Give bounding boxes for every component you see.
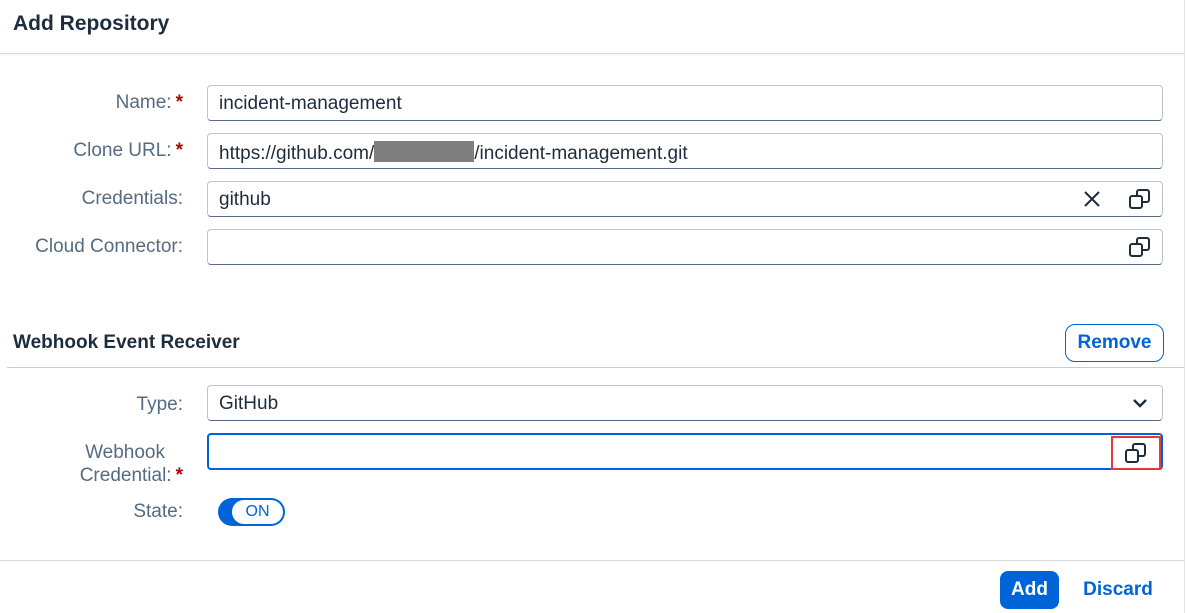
chevron-down-icon[interactable] <box>1126 389 1154 417</box>
add-repository-dialog: Add Repository Name: * incident-managemen… <box>0 0 1186 613</box>
section-divider <box>7 367 1184 368</box>
type-value: GitHub <box>219 393 279 414</box>
credentials-value: github <box>219 189 271 210</box>
clone-url-prefix: https://github.com/ <box>219 143 375 164</box>
clone-url-input[interactable]: https://github.com/ /incident-management.… <box>207 133 1163 169</box>
value-help-icon[interactable] <box>1111 436 1161 470</box>
state-switch-text: ON <box>232 500 283 524</box>
close-icon[interactable] <box>1078 185 1106 213</box>
webhook-credential-label: Webhook Credential: * <box>80 441 183 487</box>
credentials-input[interactable]: github <box>207 181 1163 217</box>
name-label: Name: * <box>116 92 183 114</box>
webhook-credential-label-line2: Credential: * <box>79 465 183 486</box>
webhook-section-title: Webhook Event Receiver <box>13 332 240 353</box>
dialog-header: Add Repository <box>0 0 1184 54</box>
required-mark: * <box>175 465 183 486</box>
clone-url-label: Clone URL: * <box>73 140 183 162</box>
state-label: State: <box>133 501 183 522</box>
clone-url-suffix: /incident-management.git <box>474 143 688 164</box>
dialog-edge <box>1184 0 1185 613</box>
required-mark: * <box>175 92 183 113</box>
footer-divider <box>0 560 1184 561</box>
webhook-credential-label-line1: Webhook <box>85 442 165 463</box>
cloud-connector-label: Cloud Connector: <box>35 236 183 257</box>
clone-url-label-text: Clone URL: <box>73 140 172 161</box>
name-label-text: Name: <box>115 92 172 113</box>
type-label: Type: <box>136 394 183 415</box>
discard-button[interactable]: Discard <box>1075 571 1161 609</box>
required-mark: * <box>175 140 183 161</box>
cloud-connector-input[interactable] <box>207 229 1163 265</box>
remove-button[interactable]: Remove <box>1065 324 1164 362</box>
webhook-credential-input[interactable] <box>207 433 1163 470</box>
credentials-label: Credentials: <box>81 188 183 209</box>
dialog-title: Add Repository <box>13 12 170 35</box>
value-help-icon[interactable] <box>1126 233 1154 261</box>
state-switch[interactable]: ON <box>218 498 285 526</box>
redacted-block <box>374 141 475 162</box>
name-value: incident-management <box>219 93 402 114</box>
name-input[interactable]: incident-management <box>207 85 1163 121</box>
value-help-icon[interactable] <box>1126 185 1154 213</box>
type-select[interactable]: GitHub <box>207 385 1163 421</box>
clone-url-value: https://github.com/ /incident-management.… <box>219 141 688 165</box>
add-button[interactable]: Add <box>1000 571 1059 609</box>
